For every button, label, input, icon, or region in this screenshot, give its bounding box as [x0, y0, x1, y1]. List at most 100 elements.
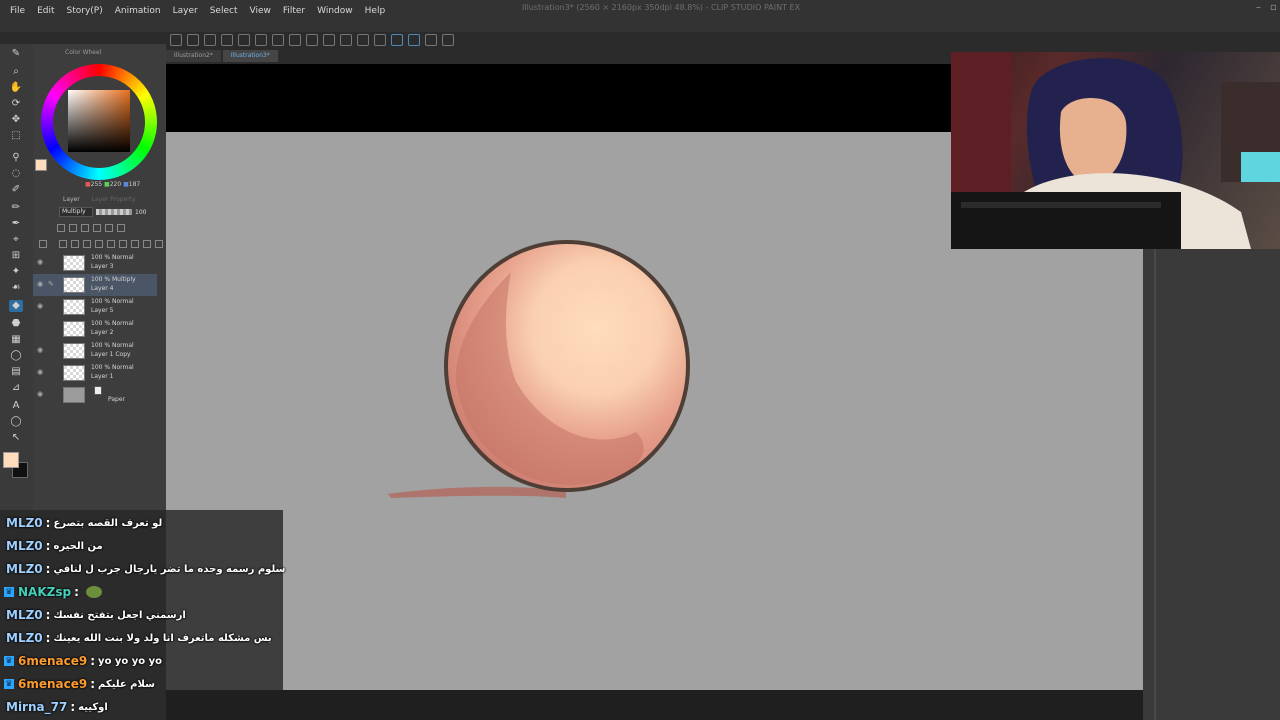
clip-icon[interactable]: [57, 224, 65, 232]
new-raster-icon[interactable]: [59, 240, 67, 248]
combine-icon[interactable]: [107, 240, 115, 248]
layer-row[interactable]: 100 % Normal Layer 2: [33, 318, 157, 340]
menu-filter[interactable]: Filter: [277, 0, 311, 27]
new-file-icon[interactable]: [187, 34, 199, 46]
layer-name: Layer 3: [91, 263, 114, 270]
tab-layer[interactable]: Layer: [63, 196, 80, 203]
marker-icon[interactable]: ✒: [9, 218, 23, 230]
open-file-icon[interactable]: [204, 34, 216, 46]
tab-illustration2[interactable]: Illustration2*: [166, 50, 221, 62]
save-icon[interactable]: [221, 34, 233, 46]
minimize-icon[interactable]: –: [1256, 2, 1261, 13]
main-color-swatch[interactable]: [35, 159, 47, 171]
gradient-icon[interactable]: ▦: [9, 334, 23, 346]
chat-text: سلوم رسمه وحده ما تضر يارجال جرب ل لنافي: [53, 563, 286, 575]
frame-icon[interactable]: ▤: [9, 366, 23, 378]
main-color-swatch-bottom[interactable]: [3, 452, 19, 468]
menu-layer[interactable]: Layer: [167, 0, 204, 27]
zoom-icon[interactable]: ⌕: [9, 66, 23, 78]
select-icon[interactable]: ⬚: [9, 130, 23, 142]
opacity-slider[interactable]: [96, 209, 132, 215]
mask-icon[interactable]: [117, 224, 125, 232]
selection-icon[interactable]: [340, 34, 352, 46]
clear-icon[interactable]: [323, 34, 335, 46]
lasso-icon[interactable]: ◌: [9, 168, 23, 180]
lock-icon[interactable]: [93, 224, 101, 232]
menu-select[interactable]: Select: [204, 0, 244, 27]
pencil-icon[interactable]: ✏: [9, 202, 23, 214]
chat-text: ارسمني اجعل بتفتح نفسك: [53, 609, 186, 621]
eraser-icon[interactable]: ◆: [9, 300, 23, 312]
eye-icon[interactable]: ◉: [37, 280, 43, 288]
eye-icon[interactable]: ◉: [37, 346, 43, 354]
menu-help[interactable]: Help: [359, 0, 392, 27]
figure-icon[interactable]: ◯: [9, 350, 23, 362]
airbrush-icon[interactable]: ⌖: [9, 234, 23, 246]
fill-bucket-icon[interactable]: [289, 34, 301, 46]
blend-mode-select[interactable]: Multiply: [59, 207, 93, 217]
maximize-icon[interactable]: ▫: [1270, 2, 1277, 13]
layer-name: Layer 2: [91, 329, 114, 336]
color-square[interactable]: [68, 90, 130, 152]
layer-row-paper[interactable]: ◉ Paper: [33, 384, 157, 406]
deselect-icon[interactable]: [357, 34, 369, 46]
loading-icon[interactable]: [272, 34, 284, 46]
draft-icon[interactable]: [81, 224, 89, 232]
mask-add-icon[interactable]: [119, 240, 127, 248]
sparkle-icon[interactable]: ✦: [9, 266, 23, 278]
layer-menu-icon[interactable]: [39, 240, 47, 248]
lock-transparent-icon[interactable]: [105, 224, 113, 232]
delete-layer-icon[interactable]: [143, 240, 151, 248]
chat-username: MLZ0: [6, 562, 43, 576]
snap-icon[interactable]: [374, 34, 386, 46]
eye-icon[interactable]: ◉: [37, 258, 43, 266]
ruler-snap-icon[interactable]: [391, 34, 403, 46]
menu-view[interactable]: View: [243, 0, 276, 27]
trash-icon[interactable]: [155, 240, 163, 248]
eyedropper-icon[interactable]: ⚲: [9, 152, 23, 164]
correct-line-icon[interactable]: ↖: [9, 432, 23, 444]
settings-icon[interactable]: [442, 34, 454, 46]
menu-edit[interactable]: Edit: [31, 0, 60, 27]
layer-row[interactable]: ◉ 100 % Normal Layer 1 Copy: [33, 340, 157, 362]
ruler-icon[interactable]: ⊿: [9, 382, 23, 394]
menu-story[interactable]: Story(P): [61, 0, 109, 27]
layer-row-selected[interactable]: ◉ ✎ 100 % Multiply Layer 4: [33, 274, 157, 296]
special-ruler-icon[interactable]: [408, 34, 420, 46]
redo-icon[interactable]: [255, 34, 267, 46]
ruler-add-icon[interactable]: [131, 240, 139, 248]
command-bar: [166, 31, 686, 49]
chat-separator: :: [90, 654, 96, 668]
canvas-icon[interactable]: [425, 34, 437, 46]
menu-animation[interactable]: Animation: [109, 0, 167, 27]
balloon-icon[interactable]: ◯: [9, 416, 23, 428]
hand-icon[interactable]: ✋: [9, 82, 23, 94]
layer-row[interactable]: ◉ 100 % Normal Layer 3: [33, 252, 157, 274]
decoration-icon[interactable]: ⊞: [9, 250, 23, 262]
undo-icon[interactable]: [238, 34, 250, 46]
menu-file[interactable]: File: [0, 0, 31, 27]
eye-icon[interactable]: ◉: [37, 368, 43, 376]
fill-icon[interactable]: ⬣: [9, 318, 23, 330]
eye-icon[interactable]: ◉: [37, 390, 43, 398]
text-icon[interactable]: A: [9, 400, 23, 412]
new-vector-icon[interactable]: [71, 240, 79, 248]
new-folder-icon[interactable]: [83, 240, 91, 248]
blend-icon[interactable]: ☙: [9, 282, 23, 294]
transfer-icon[interactable]: [95, 240, 103, 248]
transform-icon[interactable]: [306, 34, 318, 46]
layer-row[interactable]: ◉ 100 % Normal Layer 5: [33, 296, 157, 318]
rotate-icon[interactable]: ⟳: [9, 98, 23, 110]
tab-illustration3[interactable]: Illustration3*: [222, 50, 278, 62]
layer-name: Layer 1 Copy: [91, 351, 131, 358]
eye-icon[interactable]: ◉: [37, 302, 43, 310]
reference-icon[interactable]: [69, 224, 77, 232]
pen-icon[interactable]: ✎: [9, 48, 23, 60]
brush-icon[interactable]: ✐: [9, 184, 23, 196]
chat-username: MLZ0: [6, 539, 43, 553]
tab-layer-property[interactable]: Layer Property: [92, 196, 136, 203]
move-icon[interactable]: ✥: [9, 114, 23, 126]
layer-row[interactable]: ◉ 100 % Normal Layer 1: [33, 362, 157, 384]
menu-window[interactable]: Window: [311, 0, 359, 27]
clip-studio-icon[interactable]: [170, 34, 182, 46]
